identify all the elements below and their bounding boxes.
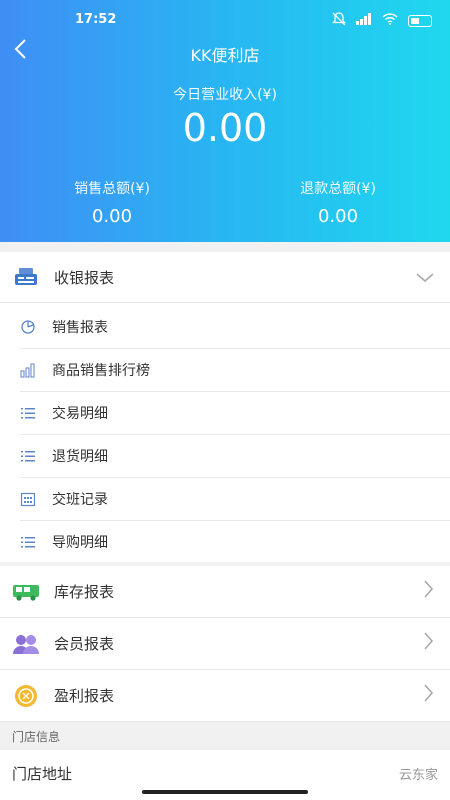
sub-item-product-ranking[interactable]: 商品销售排行榜 [20, 349, 450, 392]
profit-report-row[interactable]: 盈利报表 [0, 670, 450, 722]
cashier-report-label: 收银报表 [54, 268, 115, 287]
sales-stat: 销售总额(¥) 0.00 [12, 178, 212, 227]
member-report-row[interactable]: 会员报表 [0, 618, 450, 670]
sub-item-label: 交班记录 [52, 492, 108, 508]
sub-item-label: 交易明细 [52, 406, 108, 422]
chevron-right-icon [424, 684, 434, 707]
sub-item-return-details[interactable]: 退货明细 [20, 435, 450, 478]
chevron-right-icon [424, 580, 434, 603]
sub-item-label: 商品销售排行榜 [52, 363, 150, 379]
sub-item-shift-records[interactable]: 交班记录 [20, 478, 450, 521]
store-address-value: 云东家 [398, 767, 438, 783]
status-bar: 17:52 [0, 10, 450, 32]
list-icon [20, 448, 36, 464]
calendar-icon [20, 491, 36, 507]
list-icon [20, 405, 36, 421]
store-info-section [0, 722, 450, 750]
home-indicator[interactable] [142, 790, 308, 794]
chevron-down-icon [416, 267, 434, 288]
bar-chart-icon [20, 362, 36, 378]
sales-value: 0.00 [91, 206, 133, 227]
header: 17:52 KK便利店 今日营业收入(¥) 0.00 销售总额(¥) 0.00 … [0, 0, 450, 242]
store-info-label: 门店信息 [12, 730, 61, 744]
refund-stat: 退款总额(¥) 0.00 [238, 178, 438, 227]
cashier-sub-list: 销售报表 商品销售排行榜 交易明细 退货明细 交班记录 导购明细 [0, 306, 450, 563]
sub-item-sales-report[interactable]: 销售报表 [20, 306, 450, 349]
sub-item-label: 销售报表 [52, 320, 108, 336]
system-icons [331, 12, 432, 29]
sub-item-guide-details[interactable]: 导购明细 [20, 521, 450, 563]
inventory-report-row[interactable]: 库存报表 [0, 566, 450, 618]
cashier-report-header[interactable]: 收银报表 [0, 252, 450, 303]
truck-icon [12, 581, 40, 603]
sub-item-label: 导购明细 [52, 535, 108, 551]
income-label: 今日营业收入(¥) [173, 87, 277, 103]
chevron-right-icon [424, 632, 434, 655]
status-time: 17:52 [75, 12, 117, 27]
sub-item-label: 退货明细 [52, 449, 108, 465]
list-icon [20, 534, 36, 550]
sales-label: 销售总额(¥) [74, 181, 150, 197]
cash-register-icon [12, 266, 40, 288]
sub-item-transaction-details[interactable]: 交易明细 [20, 392, 450, 435]
members-icon [12, 633, 40, 655]
inventory-report-label: 库存报表 [54, 583, 115, 601]
page-title: KK便利店 [190, 46, 260, 65]
refund-value: 0.00 [317, 206, 359, 227]
mute-icon [331, 12, 347, 29]
pie-icon [20, 319, 36, 335]
coin-icon [12, 684, 40, 707]
refund-label: 退款总额(¥) [300, 181, 376, 197]
signal-icon [356, 13, 372, 28]
divider [0, 242, 450, 252]
member-report-label: 会员报表 [54, 635, 115, 653]
store-address-label: 门店地址 [12, 764, 73, 783]
wifi-icon [382, 13, 398, 28]
battery-icon [408, 14, 432, 27]
profit-report-label: 盈利报表 [54, 687, 115, 705]
income-value: 0.00 [182, 106, 268, 150]
